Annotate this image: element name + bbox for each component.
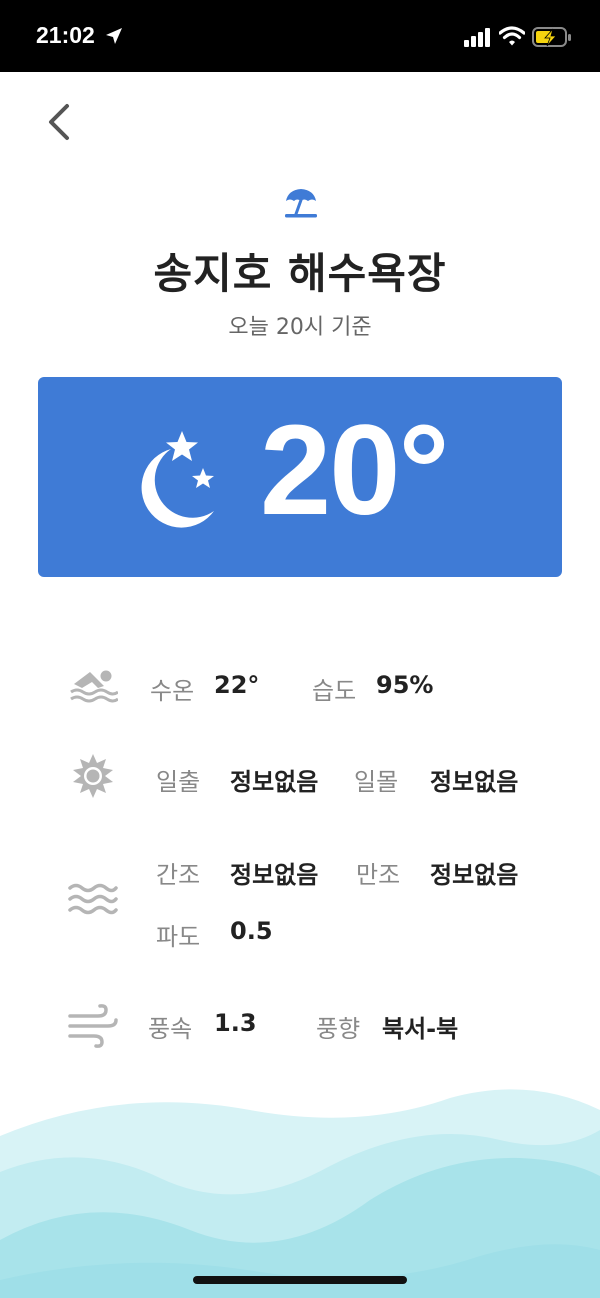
page-title: 송지호 해수욕장	[153, 249, 447, 298]
battery-charging-icon	[532, 27, 571, 47]
sunrise-label: 일출	[156, 768, 201, 796]
sunset-value: 정보없음	[430, 768, 519, 796]
water-temp-value: 22°	[214, 671, 260, 699]
high-tide-value: 정보없음	[430, 861, 519, 889]
beach-umbrella-icon	[285, 189, 317, 218]
moon-stars-icon	[141, 431, 214, 528]
wind-speed-label: 풍속	[148, 1015, 193, 1043]
humidity-label: 습도	[312, 677, 357, 705]
status-time: 21:02	[36, 22, 95, 48]
cellular-signal-icon	[464, 28, 490, 47]
status-bar: 21:02	[0, 0, 600, 72]
sea-waves-decoration	[0, 1089, 600, 1298]
wifi-icon	[499, 26, 525, 46]
temperature-value: 20°	[260, 399, 450, 542]
swimmer-icon	[70, 670, 118, 703]
wave-height-label: 파도	[156, 923, 201, 951]
location-arrow-icon	[106, 28, 122, 44]
wind-speed-value: 1.3	[214, 1009, 257, 1037]
high-tide-label: 만조	[356, 861, 401, 889]
wind-direction-value: 북서-북	[382, 1015, 459, 1043]
water-temp-label: 수온	[150, 677, 195, 705]
wave-height-value: 0.5	[230, 917, 273, 945]
sun-icon	[73, 754, 113, 798]
back-button[interactable]	[40, 100, 80, 144]
waves-icon	[68, 883, 118, 915]
sunset-label: 일몰	[354, 768, 399, 796]
current-weather-card: 20°	[38, 377, 562, 577]
humidity-value: 95%	[376, 671, 434, 699]
update-timestamp: 오늘 20시 기준	[228, 315, 372, 340]
low-tide-label: 간조	[156, 861, 201, 889]
home-indicator[interactable]	[193, 1276, 407, 1284]
low-tide-value: 정보없음	[230, 861, 319, 889]
sunrise-value: 정보없음	[230, 768, 319, 796]
wind-icon	[68, 1004, 118, 1048]
wind-direction-label: 풍향	[316, 1015, 361, 1043]
